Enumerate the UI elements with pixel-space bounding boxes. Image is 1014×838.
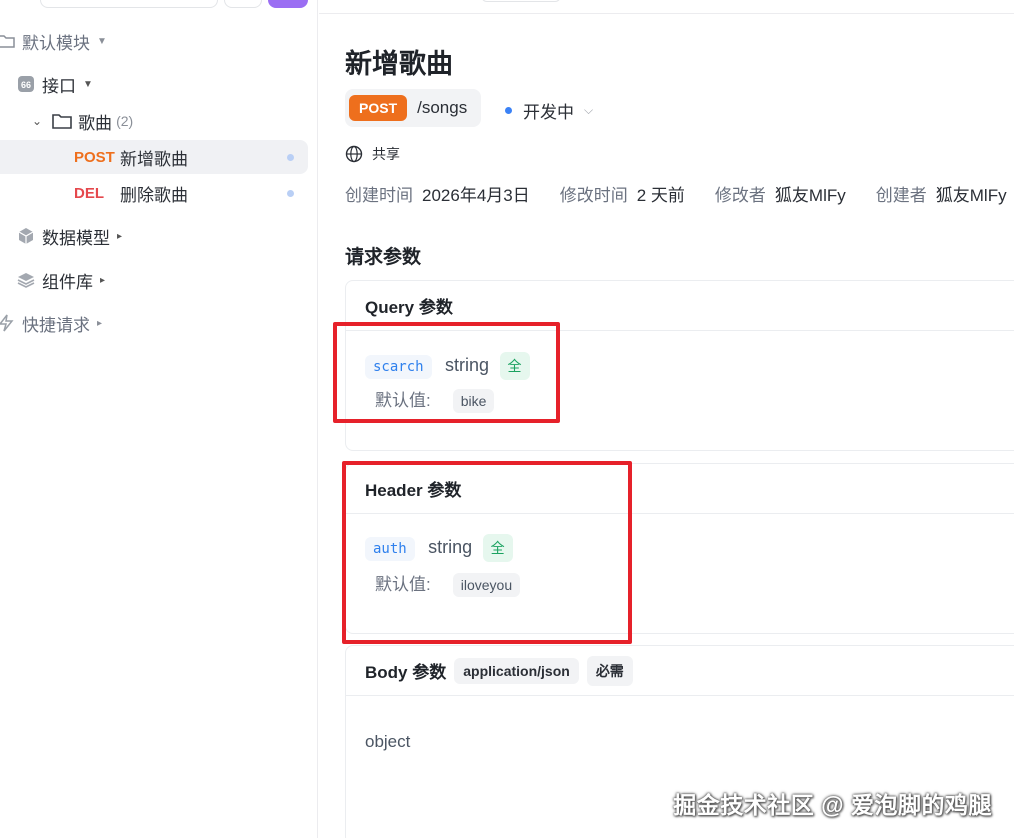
caret-down-icon: ▼ [97,35,107,47]
caret-right-icon: ▸ [100,274,106,286]
endpoint-path: /songs [417,98,468,117]
status-label: 开发中 [523,103,574,122]
sidebar-search-input[interactable] [40,0,218,8]
status-dot [505,107,512,114]
tree-quick-request[interactable]: 快捷请求 ▸ [0,306,102,340]
highlight-box-query [333,322,560,423]
share-toggle[interactable]: 共享 [345,144,400,164]
tree-item-add-song[interactable]: POST 新增歌曲 [74,140,188,174]
share-label: 共享 [372,146,400,162]
tree-data-model-label: 数据模型 [42,228,110,248]
meta-creator-value: 狐友MlFy [935,186,1007,205]
page-title: 新增歌曲 [345,49,453,79]
tree-item-label: 删除歌曲 [120,185,188,205]
meta-modifier-value: 狐友MlFy [774,186,846,205]
sidebar-add-button[interactable] [268,0,308,8]
cube-icon [16,226,36,246]
tree-interface[interactable]: 66 接口 ▼ [16,67,93,101]
method-badge: POST [349,95,408,121]
layers-icon [16,270,36,290]
meta-modified-key: 修改时间 [559,186,628,205]
tree-item-label: 新增歌曲 [120,149,188,169]
tree-data-model[interactable]: 数据模型 ▸ [16,219,122,253]
meta-creator-key: 创建者 [875,186,927,205]
content-type-chip[interactable]: application/json [454,657,579,684]
tree-item-delete-song[interactable]: DEL 删除歌曲 [74,176,188,210]
main-panel: 新增歌曲 POST /songs 开发中 ⌵ 共享 创建时间 2026年4月3日… [319,0,1014,838]
meta-modifier-key: 修改者 [714,186,766,205]
api-icon: 66 [16,74,36,94]
body-params-title: Body 参数 [365,663,447,682]
lightning-icon [0,313,16,333]
status-select[interactable]: 开发中 ⌵ [505,98,593,123]
required-chip: 必需 [586,655,633,686]
folder-icon [52,111,72,131]
meta-created-value: 2026年4月3日 [422,186,530,205]
meta-created-key: 创建时间 [345,186,413,205]
caret-right-icon: ▸ [117,230,123,242]
folder-icon [0,31,16,51]
tree-module-default[interactable]: 默认模块 ▼ [0,24,107,58]
meta-info: 创建时间 2026年4月3日 修改时间 2 天前 修改者 狐友MlFy 创建者 … [345,181,1014,206]
highlight-box-header [342,461,632,644]
method-badge: POST [74,148,115,166]
sidebar-filter-button[interactable] [224,0,262,8]
watermark-text: 掘金技术社区 @ 爱泡脚的鸡腿 [673,792,992,818]
sidebar: 默认模块 ▼ 66 接口 ▼ ⌄ 歌曲 (2) POST 新增歌曲 DEL 删除… [0,0,318,838]
endpoint-path-box[interactable]: POST /songs [345,89,481,127]
caret-right-icon: ▸ [97,317,103,329]
tree-interface-label: 接口 [42,76,76,96]
chevron-down-icon: ⌄ [32,114,43,128]
tree-quick-request-label: 快捷请求 [22,315,90,335]
unsaved-dot [287,190,294,197]
globe-icon [345,145,363,163]
body-type-text: object [365,732,411,751]
caret-down-icon: ▼ [83,78,93,90]
meta-modified-value: 2 天前 [636,186,685,205]
tree-components-label: 组件库 [42,272,93,292]
chevron-down-icon: ⌵ [584,103,594,117]
tree-folder-label: 歌曲 [78,113,113,133]
unsaved-dot [287,154,294,161]
top-tab[interactable] [481,0,561,2]
top-divider [319,13,1014,14]
tree-folder-songs[interactable]: ⌄ 歌曲 (2) [32,104,133,138]
tree-components[interactable]: 组件库 ▸ [16,263,105,297]
body-params-header: Body 参数 application/json 必需 [346,646,1014,696]
tree-folder-count: (2) [116,113,134,129]
svg-text:66: 66 [21,80,31,90]
request-params-title: 请求参数 [345,247,422,268]
method-badge: DEL [74,184,104,202]
tree-module-label: 默认模块 [22,33,90,53]
